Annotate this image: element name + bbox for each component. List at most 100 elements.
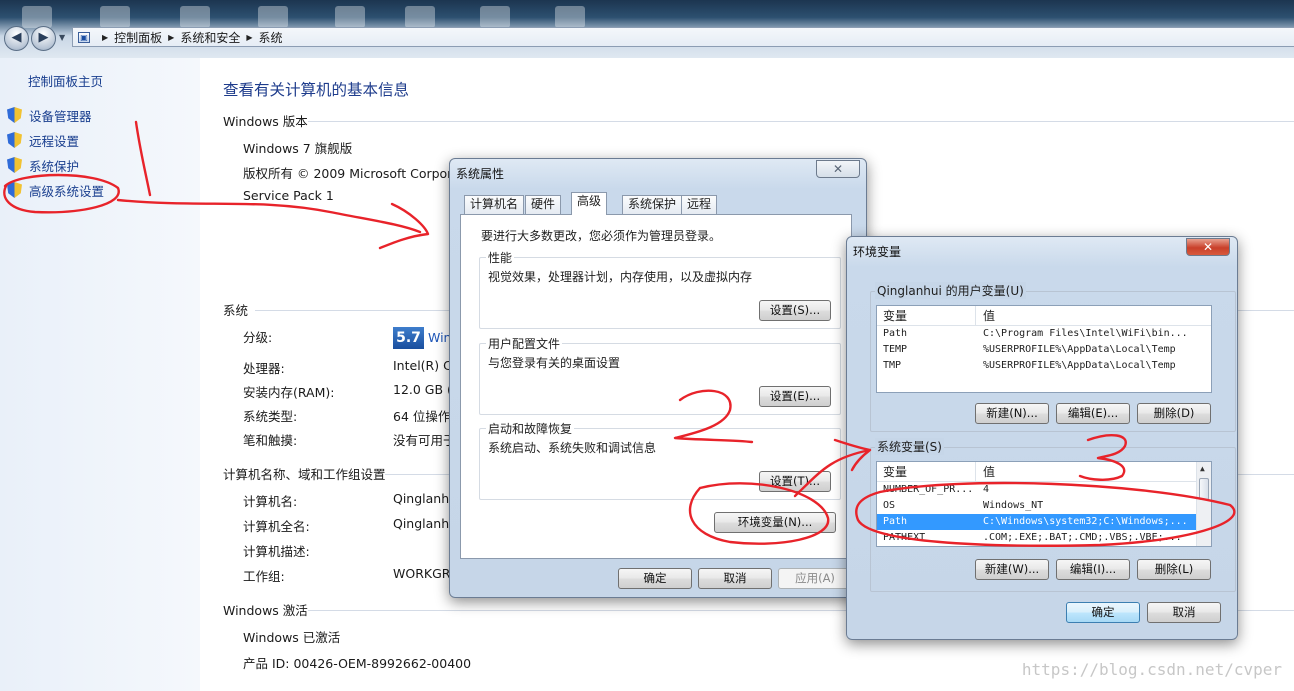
group-description: 系统启动、系统失败和调试信息	[488, 441, 657, 455]
list-item[interactable]: OS Windows_NT	[877, 498, 1211, 514]
breadcrumb-arrow-icon[interactable]: ▶	[246, 33, 252, 42]
info-value: 没有可用于	[393, 433, 456, 448]
sidebar-item-label: 高级系统设置	[29, 183, 105, 199]
dialog-title: 环境变量	[853, 245, 902, 259]
info-label: 计算机描述:	[243, 544, 310, 559]
variable-name: PATHEXT	[883, 532, 926, 543]
tab-advanced[interactable]: 高级	[571, 192, 608, 215]
system-variables-list[interactable]: 变量 值 NUMBER_OF_PR... 4 OS Windows_NT Pat…	[876, 461, 1212, 547]
info-label: 计算机名:	[243, 494, 298, 509]
close-icon[interactable]: ✕	[1186, 238, 1230, 256]
column-header-value[interactable]: 值	[976, 306, 995, 325]
close-icon[interactable]: ✕	[816, 160, 860, 178]
sidebar-item-remote-settings[interactable]: 远程设置	[7, 131, 79, 149]
activation-status: Windows 已激活	[243, 630, 341, 645]
sidebar-control-panel-home[interactable]: 控制面板主页	[28, 71, 103, 90]
shield-icon	[7, 132, 22, 148]
list-item-selected[interactable]: Path C:\Windows\system32;C:\Windows;...	[877, 514, 1196, 530]
tab-remote[interactable]: 远程	[681, 195, 718, 214]
breadcrumb-arrow-icon[interactable]: ▶	[168, 33, 174, 42]
taskbar-icon	[258, 6, 288, 28]
dialog-title: 系统属性	[456, 167, 505, 181]
breadcrumb-arrow-icon[interactable]: ▶	[102, 33, 108, 42]
vertical-scrollbar[interactable]: ▲	[1196, 462, 1211, 546]
sidebar-item-device-manager[interactable]: 设备管理器	[7, 106, 92, 124]
admin-note: 要进行大多数更改，您必须作为管理员登录。	[481, 229, 722, 243]
system-variables-group: 系统变量(S) 变量 值 NUMBER_OF_PR... 4 OS Window…	[870, 438, 1236, 592]
column-header-variable[interactable]: 变量	[877, 306, 976, 325]
page-title: 查看有关计算机的基本信息	[223, 81, 410, 99]
wei-link[interactable]: Win	[428, 330, 451, 345]
user-variables-list[interactable]: 变量 值 Path C:\Program Files\Intel\WiFi\bi…	[876, 305, 1212, 393]
variable-name: NUMBER_OF_PR...	[883, 484, 974, 495]
system-delete-button[interactable]: 删除(L)	[1137, 559, 1211, 580]
sidebar-item-label: 远程设置	[29, 133, 80, 149]
product-id: 产品 ID: 00426-OEM-8992662-00400	[243, 656, 472, 671]
shield-icon	[7, 182, 22, 198]
sidebar-item-label: 系统保护	[29, 158, 80, 174]
user-edit-button[interactable]: 编辑(E)...	[1056, 403, 1130, 424]
list-item[interactable]: PATHEXT .COM;.EXE;.BAT;.CMD;.VBS;.VBE;..…	[877, 530, 1211, 546]
taskbar-icon	[480, 6, 510, 28]
breadcrumb-system-security[interactable]: 系统和安全	[180, 29, 240, 46]
variable-value: C:\Program Files\Intel\WiFi\bin...	[983, 328, 1188, 339]
startup-recovery-group: 启动和故障恢复 系统启动、系统失败和调试信息 设置(T)...	[479, 420, 841, 500]
group-description: 与您登录有关的桌面设置	[488, 356, 621, 370]
performance-group: 性能 视觉效果，处理器计划，内存使用，以及虚拟内存 设置(S)...	[479, 249, 841, 329]
info-label: 工作组:	[243, 569, 285, 584]
breadcrumb-control-panel[interactable]: 控制面板	[114, 29, 162, 46]
service-pack: Service Pack 1	[243, 188, 334, 203]
scroll-up-icon[interactable]: ▲	[1200, 464, 1205, 473]
section-heading-edition: Windows 版本	[223, 114, 308, 129]
group-title: 启动和故障恢复	[486, 420, 575, 437]
breadcrumb-system[interactable]: 系统	[259, 29, 283, 46]
performance-settings-button[interactable]: 设置(S)...	[759, 300, 831, 321]
cancel-button[interactable]: 取消	[1147, 602, 1221, 623]
forward-button[interactable]: ▶	[31, 26, 56, 51]
system-edit-button[interactable]: 编辑(I)...	[1056, 559, 1130, 580]
tab-system-protection[interactable]: 系统保护	[622, 195, 683, 214]
ok-button[interactable]: 确定	[618, 568, 692, 589]
environment-variables-button[interactable]: 环境变量(N)...	[714, 512, 836, 533]
list-header: 变量 值	[877, 462, 1211, 482]
variable-value: .COM;.EXE;.BAT;.CMD;.VBS;.VBE;...	[983, 532, 1182, 543]
info-label: 分级:	[243, 330, 273, 345]
sidebar-item-system-protection[interactable]: 系统保护	[7, 156, 79, 174]
list-item[interactable]: Path C:\Program Files\Intel\WiFi\bin...	[877, 326, 1211, 342]
user-variables-group: Qinglanhui 的用户变量(U) 变量 值 Path C:\Program…	[870, 282, 1236, 432]
wei-score-badge[interactable]: 5.7	[393, 327, 424, 349]
system-new-button[interactable]: 新建(W)...	[975, 559, 1049, 580]
list-item[interactable]: NUMBER_OF_PR... 4	[877, 482, 1211, 498]
variable-value: 4	[983, 484, 990, 495]
variable-value: %USERPROFILE%\AppData\Local\Temp	[983, 344, 1176, 355]
scrollbar-thumb[interactable]	[1199, 478, 1209, 500]
address-bar[interactable]: ▣ ▶ 控制面板 ▶ 系统和安全 ▶ 系统	[72, 27, 1294, 47]
startup-recovery-settings-button[interactable]: 设置(T)...	[759, 471, 831, 492]
section-heading-computer: 计算机名称、域和工作组设置	[223, 467, 386, 482]
column-header-value[interactable]: 值	[976, 462, 995, 481]
info-value: WORKGR	[393, 566, 451, 581]
list-item[interactable]: TMP %USERPROFILE%\AppData\Local\Temp	[877, 358, 1211, 374]
list-item[interactable]: TEMP %USERPROFILE%\AppData\Local\Temp	[877, 342, 1211, 358]
user-delete-button[interactable]: 删除(D)	[1137, 403, 1211, 424]
back-button[interactable]: ◀	[4, 26, 29, 51]
info-label: 安装内存(RAM):	[243, 385, 335, 400]
column-header-variable[interactable]: 变量	[877, 462, 976, 481]
cancel-button[interactable]: 取消	[698, 568, 772, 589]
taskbar-icon	[405, 6, 435, 28]
user-new-button[interactable]: 新建(N)...	[975, 403, 1049, 424]
ok-button[interactable]: 确定	[1066, 602, 1140, 623]
recent-pages-dropdown[interactable]: ▼	[59, 33, 65, 42]
sidebar: 控制面板主页 设备管理器 远程设置 系统保护 高级系统设置	[0, 58, 200, 691]
tab-computer-name[interactable]: 计算机名	[464, 195, 525, 214]
variable-value: Windows_NT	[983, 500, 1044, 511]
sidebar-item-label: 设备管理器	[29, 108, 92, 124]
user-profiles-settings-button[interactable]: 设置(E)...	[759, 386, 831, 407]
group-title: 用户配置文件	[486, 335, 563, 352]
tab-panel-advanced: 要进行大多数更改，您必须作为管理员登录。 性能 视觉效果，处理器计划，内存使用，…	[460, 214, 852, 559]
variable-name: TMP	[883, 360, 902, 371]
edition-name: Windows 7 旗舰版	[243, 141, 353, 156]
sidebar-item-advanced-system-settings[interactable]: 高级系统设置	[7, 181, 104, 199]
variable-value: C:\Windows\system32;C:\Windows;...	[983, 516, 1188, 527]
tab-hardware[interactable]: 硬件	[525, 195, 562, 214]
